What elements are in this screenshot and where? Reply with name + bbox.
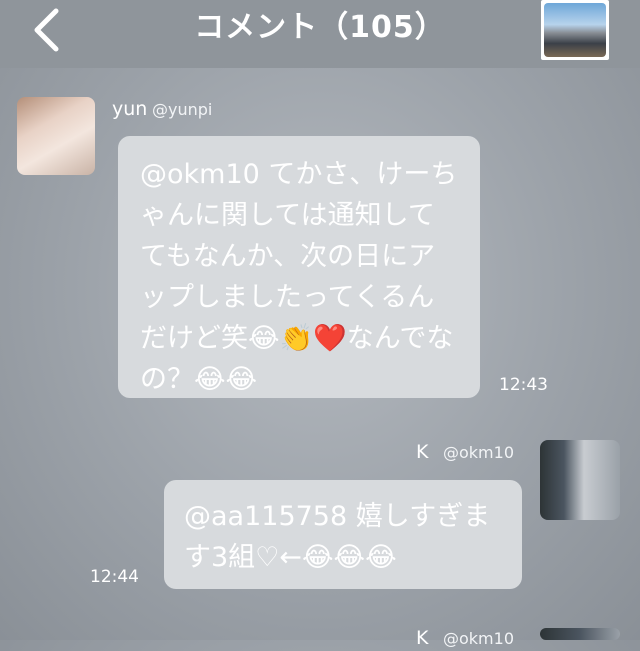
comment-author-handle[interactable]: @yunpi [152,98,212,122]
header-bar: コメント（105） [0,0,640,68]
comment-author-name: yun [112,98,148,120]
comment-author-handle[interactable]: @okm10 [443,627,514,651]
header-avatar[interactable] [541,0,609,60]
comment-author-name: K [416,627,429,649]
comment-timestamp: 12:44 [90,567,139,587]
comment-author-name: K [416,441,429,463]
comment-bubble: @okm10 てかさ、けーちゃんに関しては通知しててもなんか、次の日にアップしま… [118,136,480,398]
avatar[interactable] [540,628,620,640]
comment-timestamp: 12:43 [499,375,548,395]
avatar-image [544,3,606,57]
comment-author-handle[interactable]: @okm10 [443,441,514,465]
comment-bubble: @aa115758 嬉しすぎます3組♡←😂😂😂 [164,480,522,589]
avatar[interactable] [540,440,620,520]
avatar[interactable] [17,97,95,175]
